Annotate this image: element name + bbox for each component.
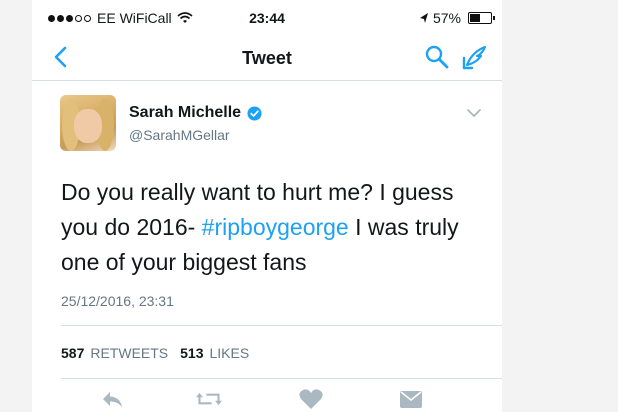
location-arrow-icon (419, 13, 428, 23)
search-icon[interactable] (424, 44, 450, 70)
divider (61, 378, 502, 379)
display-name-row[interactable]: Sarah Michelle (129, 104, 262, 122)
chevron-down-icon[interactable] (466, 108, 482, 118)
battery-fill (470, 14, 481, 22)
battery-percent: 57% (432, 10, 461, 26)
battery-icon (468, 12, 495, 24)
status-right: 57% (419, 10, 495, 26)
status-bar: EE WiFiCall 23:44 57% (32, 0, 502, 36)
avatar[interactable] (60, 95, 116, 151)
likes-count[interactable]: 513 (180, 345, 203, 361)
compose-icon[interactable] (460, 44, 488, 72)
retweets-label[interactable]: RETWEETS (90, 345, 168, 361)
reply-icon[interactable] (100, 388, 126, 410)
display-name[interactable]: Sarah Michelle (129, 104, 241, 122)
hashtag-link[interactable]: #ripboygeorge (202, 214, 349, 240)
likes-label[interactable]: LIKES (210, 345, 250, 361)
retweet-icon[interactable] (196, 388, 222, 410)
retweets-count[interactable]: 587 (61, 345, 84, 361)
engagement-stats: 587 RETWEETS 513 LIKES (61, 345, 249, 361)
verified-icon (247, 105, 262, 121)
tweet-actions (32, 388, 502, 412)
tweet-text: Do you really want to hurt me? I guess y… (61, 175, 481, 280)
like-icon[interactable] (298, 388, 324, 410)
tweet-screen: EE WiFiCall 23:44 57% Tweet Sarah Michel… (32, 0, 502, 412)
nav-bar: Tweet (32, 36, 502, 81)
tweet-timestamp: 25/12/2016, 23:31 (61, 293, 174, 309)
divider (61, 325, 502, 326)
user-handle[interactable]: @SarahMGellar (129, 127, 230, 143)
message-icon[interactable] (398, 388, 424, 410)
